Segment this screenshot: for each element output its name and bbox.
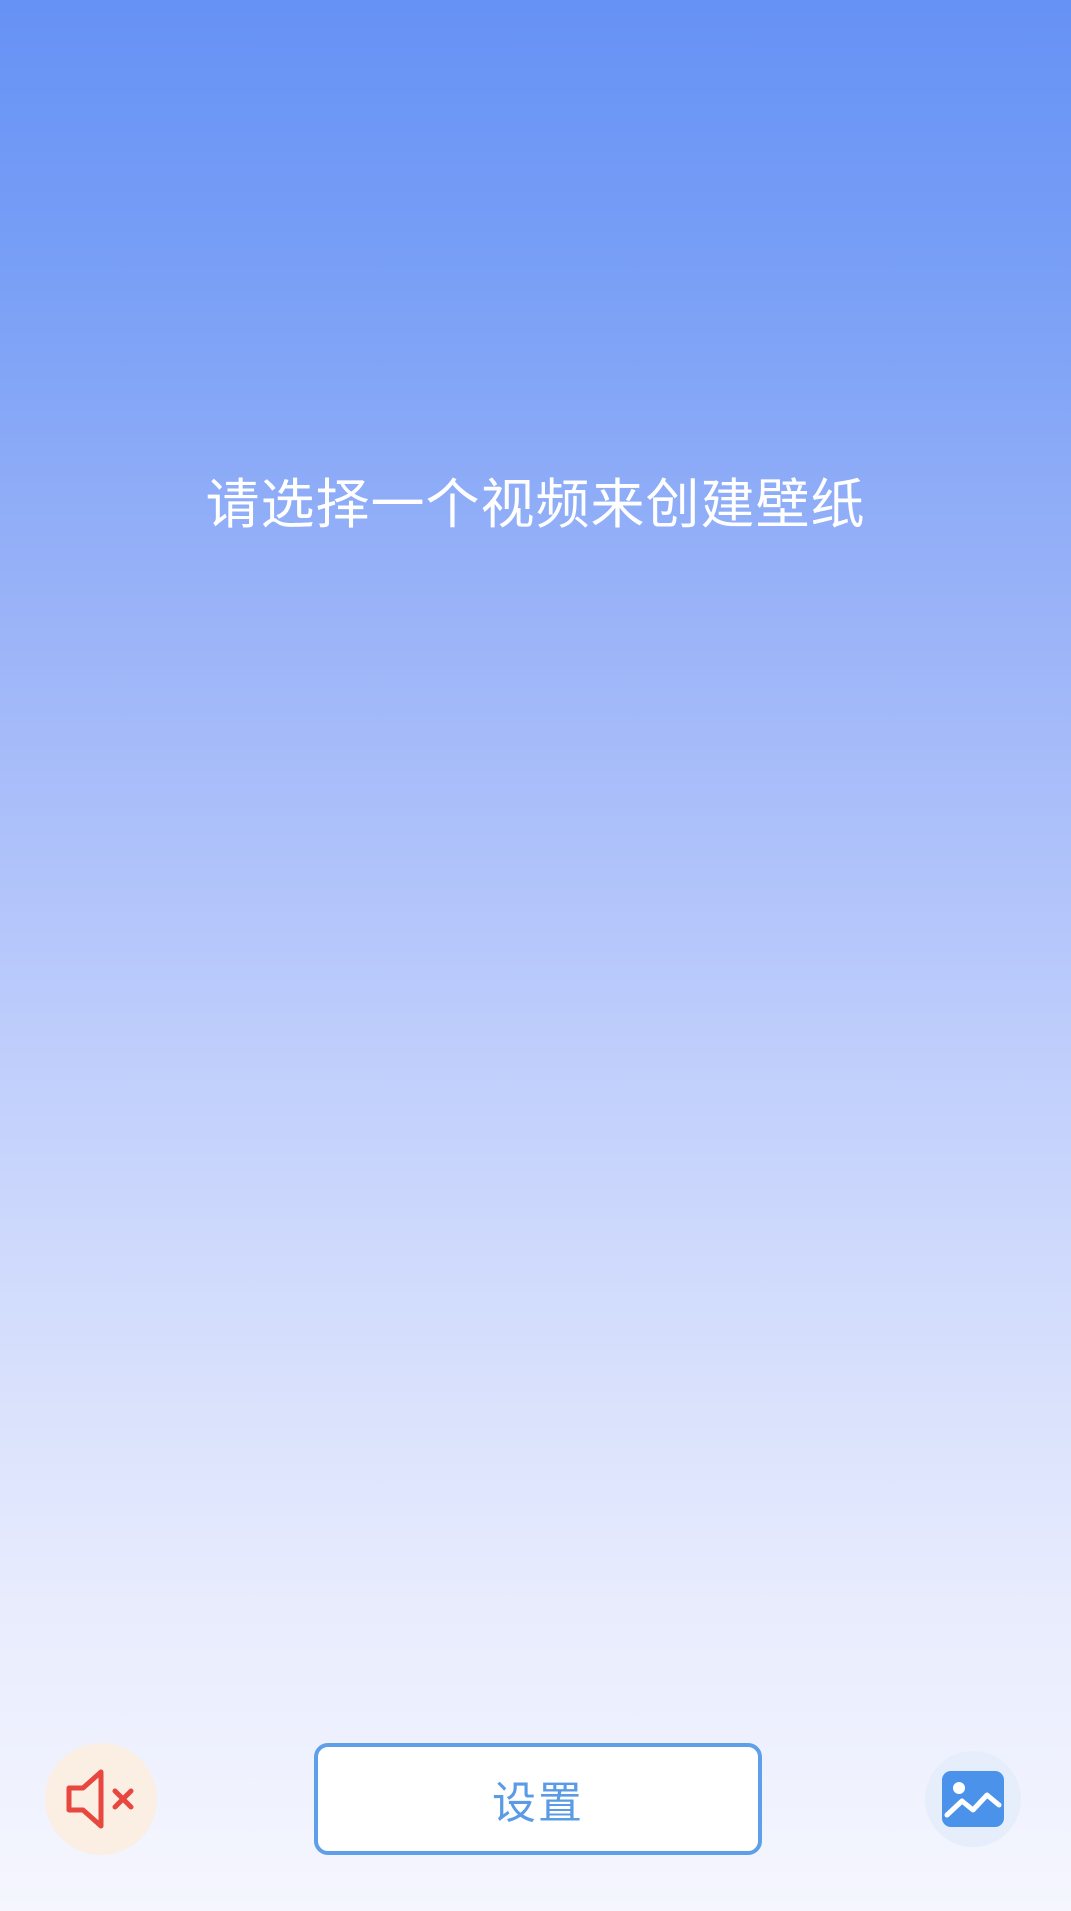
settings-button[interactable]: 设置 — [314, 1743, 762, 1855]
gallery-button[interactable] — [925, 1751, 1021, 1847]
image-gallery-icon — [942, 1771, 1004, 1827]
select-video-prompt: 请选择一个视频来创建壁纸 — [205, 473, 866, 536]
mute-toggle-button[interactable] — [45, 1743, 157, 1855]
speaker-muted-icon — [66, 1769, 134, 1829]
